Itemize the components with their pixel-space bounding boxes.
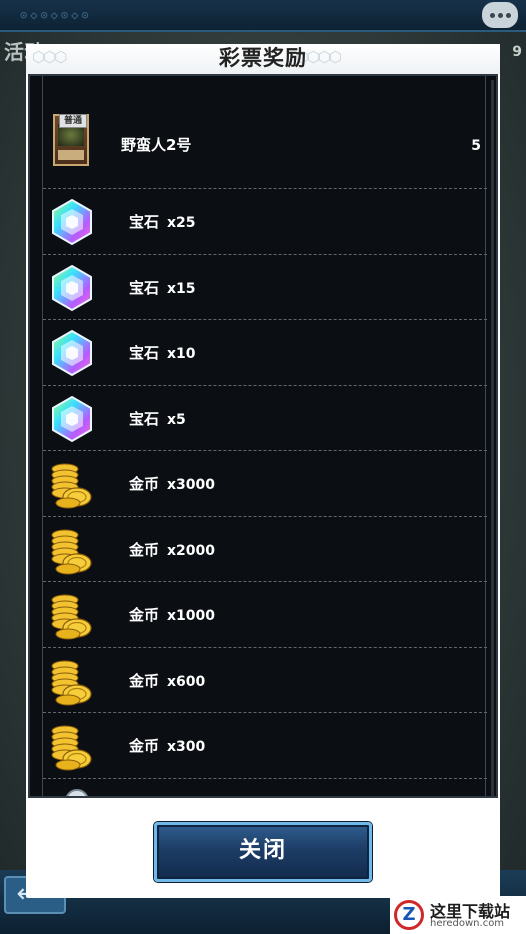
gold-coins-icon: [47, 525, 97, 575]
reward-name: 金币: [129, 671, 160, 690]
reward-row: 宝石 x10: [43, 320, 487, 386]
dialog-header: ⬡⬡⬡ ⬡⬡⬡⬡ 彩票奖励: [26, 44, 500, 74]
reward-amount: x600: [167, 673, 206, 690]
reward-name: 宝石: [129, 344, 160, 362]
reward-label: 宝石 x25: [129, 189, 196, 254]
gold-coins-icon: [47, 721, 97, 771]
reward-amount: x10: [167, 346, 196, 362]
reward-amount: x5: [167, 411, 186, 428]
reward-label: 宝石 x10: [129, 320, 196, 385]
gold-coins-icon: [47, 459, 97, 509]
scrollbar[interactable]: [491, 80, 494, 796]
reward-row: 金币 x3000: [43, 451, 487, 517]
reward-label: 金币 x2000: [129, 517, 215, 582]
reward-amount: x3000: [167, 477, 216, 493]
watermark-url: heredown.com: [430, 918, 505, 929]
reward-name: 金币: [129, 540, 160, 559]
reward-name: 宝石: [129, 213, 160, 231]
reward-row: 宝石 x15: [43, 255, 487, 320]
chat-icon[interactable]: [482, 2, 518, 28]
reward-label: 宝石 x15: [129, 255, 196, 320]
reward-name: 金币: [129, 737, 160, 755]
rarity-badge: 普通: [59, 114, 87, 128]
gold-coins-icon: [47, 656, 97, 706]
reward-row: 普通 野蛮人2号 5: [43, 76, 487, 189]
reward-name: 宝石: [129, 409, 160, 428]
reward-row: 金币 x1000: [43, 582, 487, 648]
reward-amount: x1000: [167, 608, 216, 624]
reward-label: 金币 x600: [129, 648, 205, 713]
reward-label: 白色传送门钥匙x10: [129, 779, 271, 797]
reward-label: 金币 x3000: [129, 451, 215, 516]
reward-list-inner: 普通 野蛮人2号 5 宝石 x25 宝石 x15 宝石 x10 宝石 x5 金币 x3000 金币 x200…: [42, 76, 487, 797]
reward-name: 宝石: [129, 278, 160, 297]
top-bar-pattern: ⊙◇⊙◇⊙◇⊙: [20, 8, 92, 22]
background-number: 9: [512, 44, 522, 60]
reward-list[interactable]: 普通 野蛮人2号 5 宝石 x25 宝石 x15 宝石 x10 宝石 x5 金币 x3000 金币 x200…: [28, 74, 498, 798]
reward-label: 金币 x1000: [129, 582, 215, 647]
reward-label: 宝石 x5: [129, 386, 186, 451]
key-icon: [47, 787, 97, 796]
reward-row: 白色传送门钥匙x10: [43, 779, 487, 797]
reward-row: 金币 x2000: [43, 517, 487, 582]
reward-name: 金币: [129, 606, 160, 624]
gem-icon: [47, 328, 97, 378]
reward-name: 金币: [129, 475, 160, 493]
top-bar: ⊙◇⊙◇⊙◇⊙: [0, 0, 526, 32]
dialog-title: 彩票奖励: [219, 46, 307, 70]
watermark: Z 这里下载站 heredown.com: [390, 896, 526, 934]
close-button[interactable]: 关闭: [154, 822, 372, 882]
gem-icon: [47, 197, 97, 247]
gem-icon: [47, 394, 97, 444]
reward-row: 宝石 x25: [43, 189, 487, 255]
reward-dialog: ⬡⬡⬡ ⬡⬡⬡⬡ 彩票奖励 普通 野蛮人2号 5 宝石 x25 宝石 x15 宝石 x10 宝石 x…: [26, 44, 500, 898]
reward-label: 金币 x300: [129, 713, 205, 778]
gem-icon: [47, 263, 97, 313]
reward-amount: x15: [167, 280, 196, 297]
gold-coins-icon: [47, 590, 97, 640]
reward-amount: x2000: [167, 542, 216, 559]
reward-row: 宝石 x5: [43, 386, 487, 451]
reward-amount: x25: [167, 215, 196, 231]
reward-row: 金币 x600: [43, 648, 487, 713]
reward-row: 金币 x300: [43, 713, 487, 779]
watermark-logo: Z: [394, 900, 424, 930]
reward-amount: x300: [167, 739, 206, 755]
